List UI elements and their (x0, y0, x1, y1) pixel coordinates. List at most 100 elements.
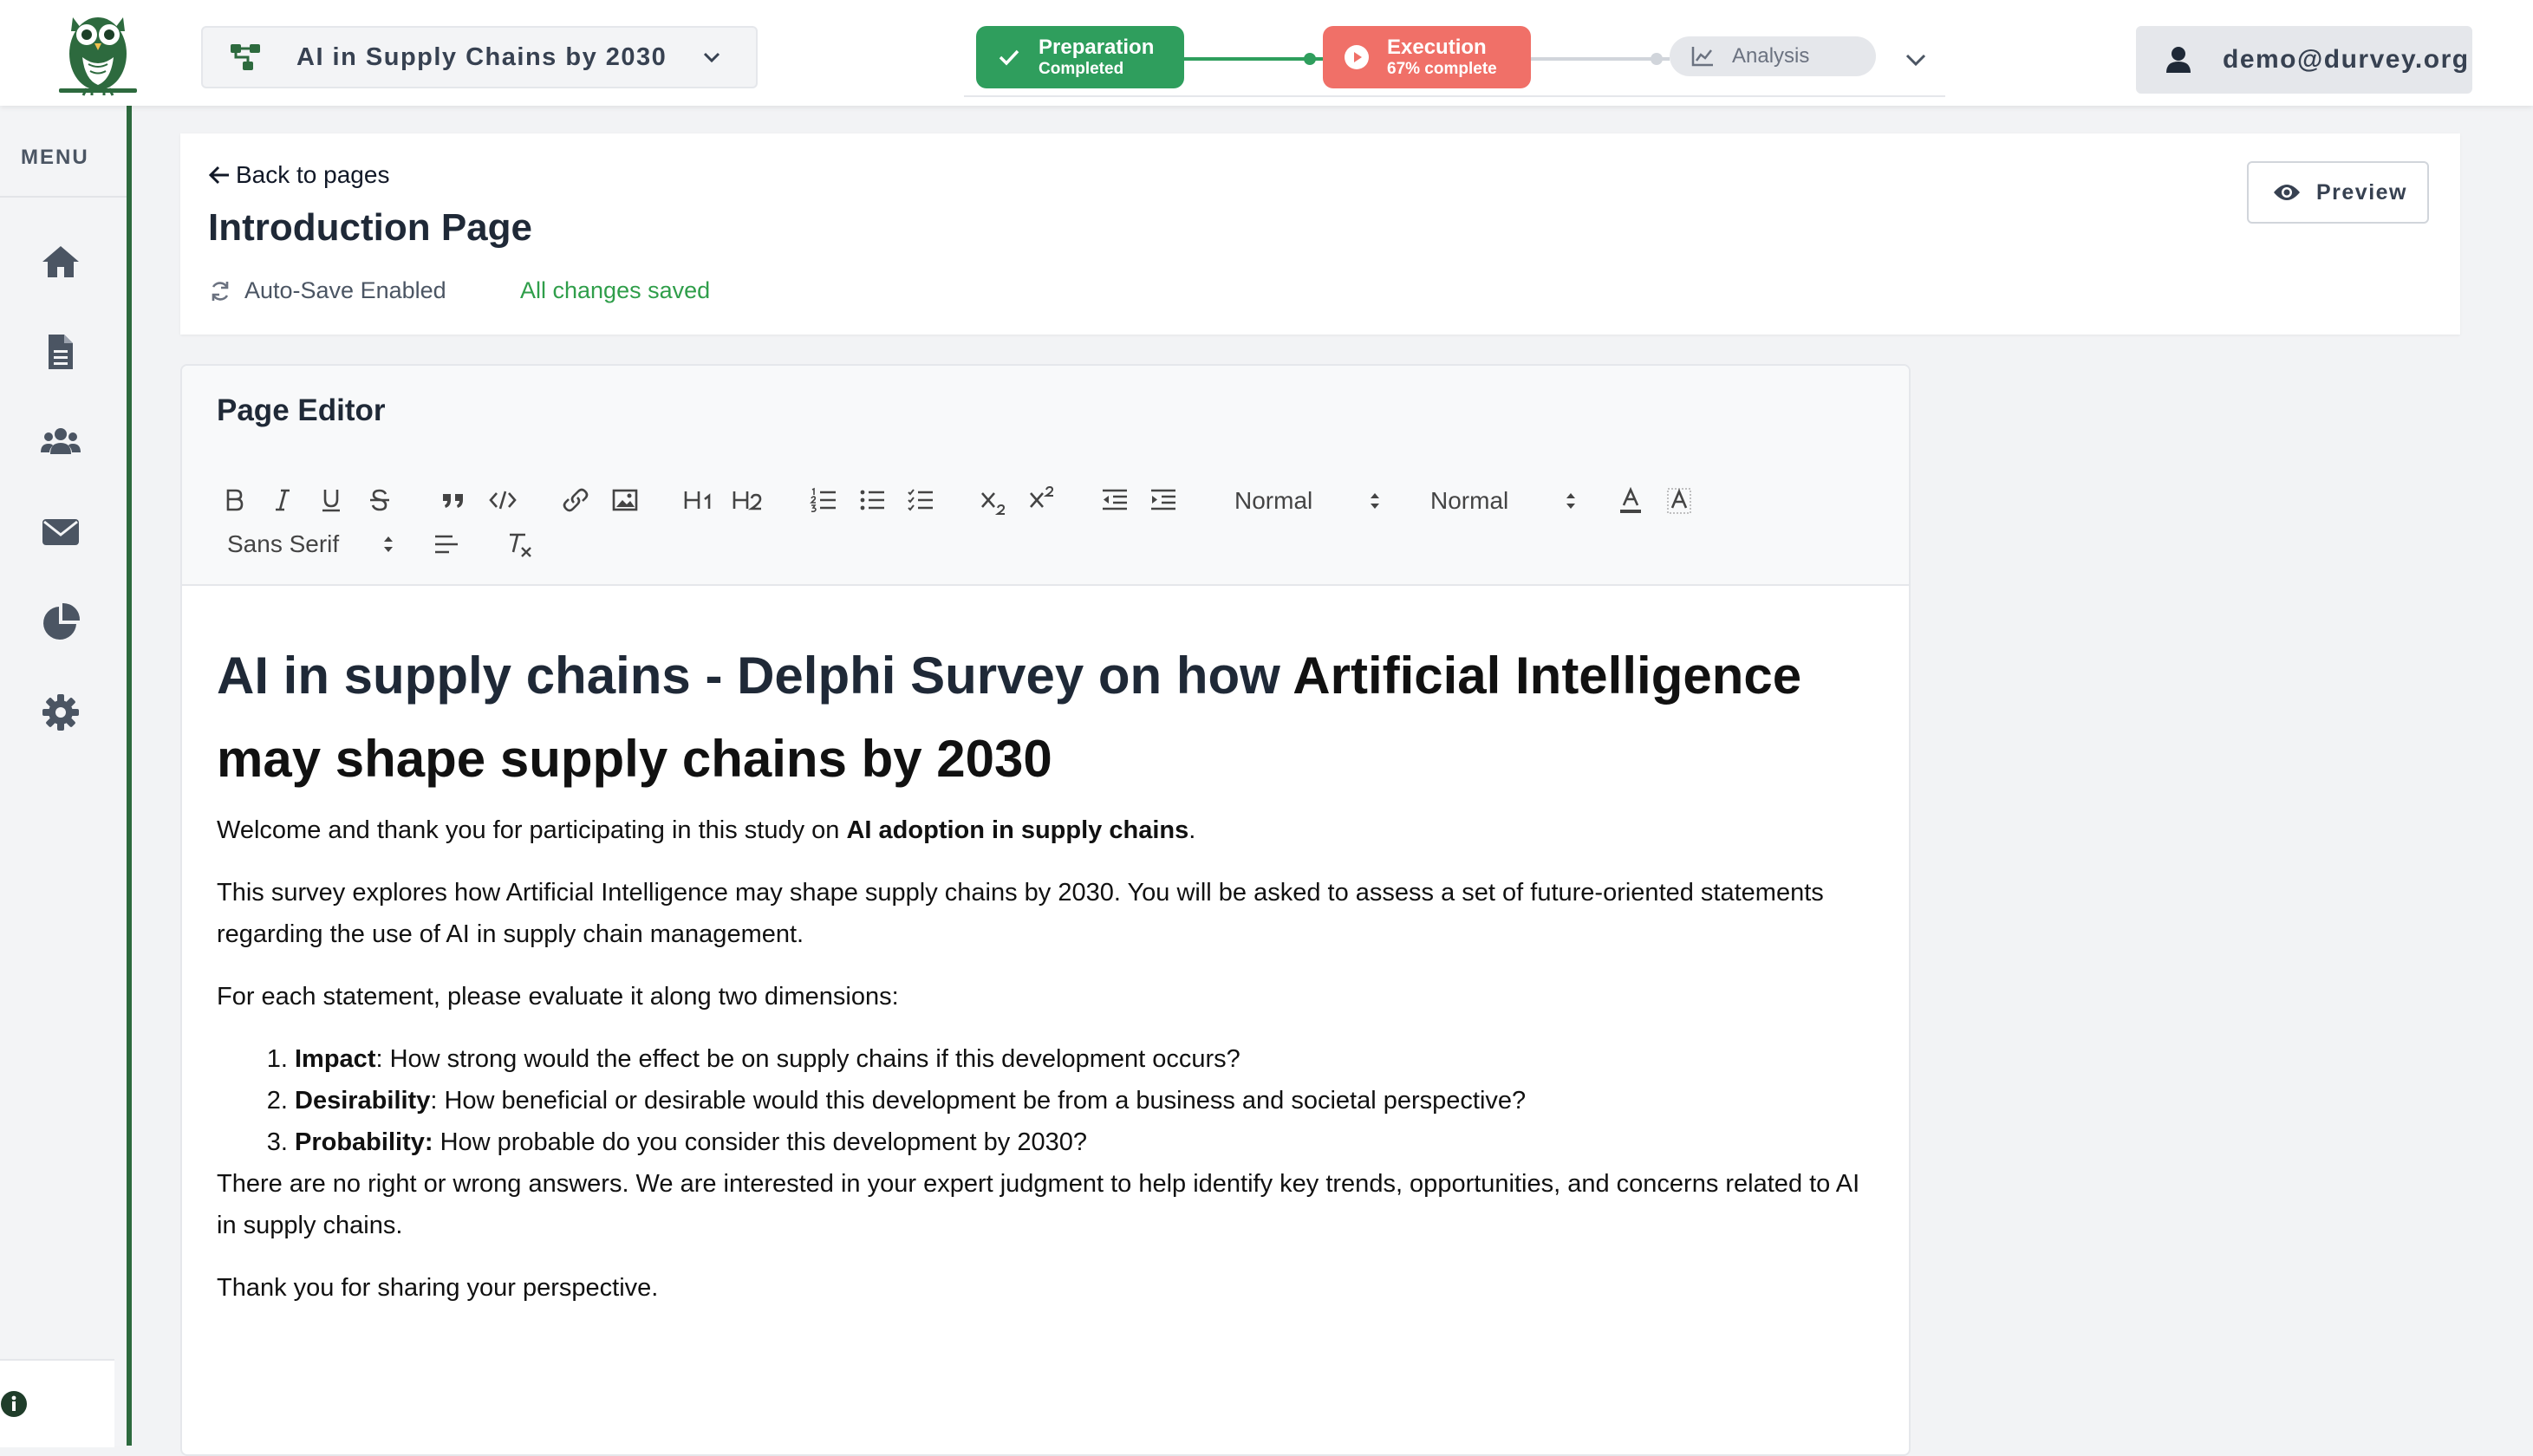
back-to-pages-link[interactable]: Back to pages (208, 161, 389, 189)
step-analysis[interactable]: Analysis (1670, 36, 1876, 76)
editor-title: Page Editor (217, 393, 386, 427)
editor-toolbar-area: Page Editor Normal Normal Sans Serif (182, 366, 1909, 586)
pie-chart-icon[interactable] (40, 601, 81, 643)
outdent-icon[interactable] (1101, 487, 1129, 513)
envelope-icon[interactable] (40, 511, 81, 553)
step-preparation-status: Completed (1039, 60, 1124, 78)
eye-icon (2274, 185, 2300, 200)
page-header-card: Back to pages Introduction Page Auto-Sav… (180, 133, 2460, 335)
step-execution-name: Execution (1387, 36, 1487, 59)
ordered-list-icon[interactable] (810, 487, 837, 513)
welcome-text: Welcome and thank you for participating … (217, 816, 847, 844)
step-connector-pending (1531, 57, 1670, 61)
checklist-icon[interactable] (907, 487, 934, 513)
heading-1-icon[interactable] (683, 487, 716, 513)
font-size-select[interactable]: Normal (1430, 485, 1578, 517)
dimension-term: Impact (295, 1045, 376, 1073)
align-left-icon[interactable] (433, 532, 459, 556)
autosave-indicator: Auto-Save Enabled (208, 277, 446, 304)
underline-icon[interactable] (319, 487, 343, 513)
user-account-button[interactable]: demo@durvey.org (2136, 26, 2472, 94)
heading-2-icon[interactable] (732, 487, 765, 513)
content-heading-part1: AI in supply chains - Delphi Survey on h… (217, 647, 1293, 705)
font-family-select[interactable]: Sans Serif (227, 529, 400, 560)
step-execution-status: 67% complete (1387, 60, 1497, 78)
users-icon[interactable] (40, 421, 81, 463)
no-right-wrong-paragraph: There are no right or wrong answers. We … (217, 1170, 1860, 1239)
dimension-desc: : How strong would the effect be on supp… (375, 1045, 1240, 1073)
menu-divider (0, 196, 127, 198)
play-circle-icon (1344, 44, 1370, 70)
chevron-down-icon (701, 47, 722, 68)
subscript-icon[interactable] (980, 487, 1009, 517)
gear-icon[interactable] (40, 692, 81, 733)
select-arrows-icon (1564, 490, 1578, 512)
info-icon[interactable] (0, 1390, 28, 1418)
step-connector-done (1184, 57, 1323, 61)
dimension-desc: How probable do you consider this develo… (433, 1128, 1087, 1156)
clear-formatting-icon[interactable] (506, 530, 534, 558)
step-preparation-name: Preparation (1039, 36, 1155, 59)
welcome-period: . (1188, 816, 1196, 844)
step-dot-pending (1651, 53, 1663, 65)
intro-paragraph: This survey explores how Artificial Inte… (217, 879, 1824, 948)
content-heading: AI in supply chains - Delphi Survey on h… (217, 634, 1881, 801)
page-title: Introduction Page (208, 206, 532, 249)
select-arrows-icon (1368, 490, 1382, 512)
welcome-bold-text: AI adoption in supply chains (846, 816, 1189, 844)
line-chart-icon (1690, 45, 1715, 68)
step-dot-done (1304, 53, 1316, 65)
home-icon[interactable] (40, 241, 81, 283)
tree-structure-icon (229, 41, 262, 74)
header-format-value: Normal (1234, 487, 1313, 514)
survey-selector[interactable]: AI in Supply Chains by 2030 (201, 26, 758, 88)
indent-icon[interactable] (1149, 487, 1177, 513)
dimension-term: Desirability (295, 1087, 431, 1115)
list-item: Probability: How probable do you conside… (295, 1121, 1881, 1163)
image-icon[interactable] (612, 489, 638, 511)
dimensions-list: Impact: How strong would the effect be o… (217, 1038, 1881, 1163)
page-editor-card: Page Editor Normal Normal Sans Serif AI … (180, 364, 1911, 1456)
step-analysis-name: Analysis (1732, 44, 1810, 68)
back-to-pages-label: Back to pages (236, 161, 390, 188)
superscript-icon[interactable] (1028, 484, 1058, 513)
step-execution[interactable]: Execution 67% complete (1323, 26, 1531, 88)
chevron-down-icon[interactable] (1904, 47, 1928, 71)
user-icon (2165, 46, 2191, 74)
survey-title: AI in Supply Chains by 2030 (296, 42, 667, 71)
preview-label: Preview (2316, 179, 2408, 205)
document-icon[interactable] (40, 331, 81, 373)
italic-icon[interactable] (270, 487, 295, 513)
sync-icon (212, 281, 229, 301)
dimensions-intro: For each statement, please evaluate it a… (217, 983, 899, 1011)
saved-status: All changes saved (520, 277, 711, 303)
bullet-list-icon[interactable] (858, 487, 886, 513)
font-size-value: Normal (1430, 487, 1509, 514)
step-preparation[interactable]: Preparation Completed (976, 26, 1184, 88)
editor-content[interactable]: AI in supply chains - Delphi Survey on h… (217, 634, 1881, 1309)
background-color-icon[interactable] (1666, 487, 1692, 515)
dimension-term: Probability: (295, 1128, 433, 1156)
link-icon[interactable] (562, 487, 589, 513)
top-bar: AI in Supply Chains by 2030 Preparation … (0, 0, 2533, 106)
workflow-stepper: Preparation Completed Execution 67% comp… (964, 24, 1945, 97)
owl-logo[interactable] (54, 5, 142, 107)
select-arrows-icon (381, 533, 395, 556)
strikethrough-icon[interactable] (368, 487, 392, 513)
arrow-left-icon (208, 166, 229, 185)
code-block-icon[interactable] (489, 489, 517, 511)
preview-button[interactable]: Preview (2247, 161, 2429, 224)
sidebar-rail (127, 106, 132, 1446)
menu-label: MENU (21, 146, 89, 169)
dimension-desc: : How beneficial or desirable would this… (430, 1087, 1527, 1115)
user-email: demo@durvey.org (2223, 45, 2470, 74)
checkmark-icon (997, 45, 1021, 69)
bold-icon[interactable] (222, 487, 246, 513)
autosave-label: Auto-Save Enabled (244, 277, 446, 303)
header-format-select[interactable]: Normal (1234, 485, 1382, 517)
text-color-icon[interactable] (1618, 487, 1644, 515)
blockquote-icon[interactable] (440, 487, 466, 513)
list-item: Impact: How strong would the effect be o… (295, 1038, 1881, 1080)
font-family-value: Sans Serif (227, 530, 340, 557)
list-item: Desirability: How beneficial or desirabl… (295, 1080, 1881, 1121)
